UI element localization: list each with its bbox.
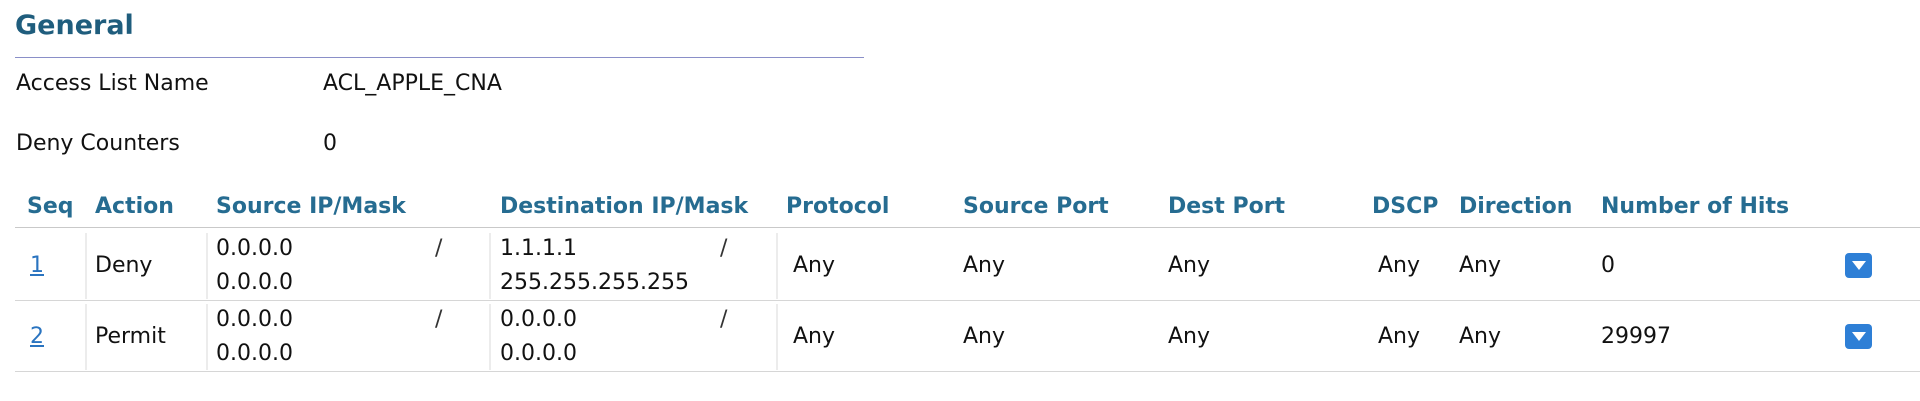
row-action: Permit — [95, 324, 166, 349]
column-separator — [776, 304, 778, 370]
column-separator — [85, 233, 87, 299]
row-source-slash: / — [435, 307, 443, 332]
deny-counters-label: Deny Counters — [16, 131, 180, 156]
column-separator — [206, 304, 208, 370]
row-menu-chevron-down-icon[interactable] — [1845, 253, 1872, 278]
column-separator — [85, 304, 87, 370]
column-header-protocol[interactable]: Protocol — [786, 194, 889, 219]
column-separator — [776, 233, 778, 299]
row-dscp: Any — [1378, 253, 1421, 278]
row-hits: 0 — [1601, 253, 1615, 278]
row-dest-mask: 0.0.0.0 — [500, 341, 577, 366]
row-protocol: Any — [793, 253, 836, 278]
row-divider — [15, 300, 1920, 301]
column-header-destination[interactable]: Destination IP/Mask — [500, 194, 748, 219]
table-header-divider — [15, 227, 1920, 228]
row-dest-slash: / — [720, 236, 728, 261]
column-header-direction[interactable]: Direction — [1459, 194, 1572, 219]
column-separator — [489, 304, 491, 370]
row-source-ip: 0.0.0.0 — [216, 236, 293, 261]
row-source-ip: 0.0.0.0 — [216, 307, 293, 332]
row-direction: Any — [1459, 253, 1502, 278]
row-dest-mask: 255.255.255.255 — [500, 270, 689, 295]
row-dest-ip: 0.0.0.0 — [500, 307, 577, 332]
column-separator — [489, 233, 491, 299]
row-source-mask: 0.0.0.0 — [216, 341, 293, 366]
row-hits: 29997 — [1601, 324, 1671, 349]
row-seq-link[interactable]: 1 — [30, 253, 44, 278]
column-header-source[interactable]: Source IP/Mask — [216, 194, 406, 219]
row-dest-port: Any — [1168, 324, 1211, 349]
row-action: Deny — [95, 253, 153, 278]
row-source-mask: 0.0.0.0 — [216, 270, 293, 295]
row-direction: Any — [1459, 324, 1502, 349]
row-source-port: Any — [963, 324, 1006, 349]
column-header-dscp[interactable]: DSCP — [1372, 194, 1438, 219]
section-title-general: General — [15, 10, 134, 41]
column-header-seq[interactable]: Seq — [27, 194, 74, 219]
access-list-name-value: ACL_APPLE_CNA — [323, 71, 502, 96]
column-separator — [206, 233, 208, 299]
row-dest-port: Any — [1168, 253, 1211, 278]
row-divider — [15, 371, 1920, 372]
column-header-dest-port[interactable]: Dest Port — [1168, 194, 1285, 219]
deny-counters-value: 0 — [323, 131, 337, 156]
row-source-port: Any — [963, 253, 1006, 278]
column-header-hits[interactable]: Number of Hits — [1601, 194, 1789, 219]
row-dest-ip: 1.1.1.1 — [500, 236, 577, 261]
row-dscp: Any — [1378, 324, 1421, 349]
section-divider — [15, 57, 864, 58]
row-protocol: Any — [793, 324, 836, 349]
row-source-slash: / — [435, 236, 443, 261]
row-menu-chevron-down-icon[interactable] — [1845, 324, 1872, 349]
row-seq-link[interactable]: 2 — [30, 324, 44, 349]
column-header-action[interactable]: Action — [95, 194, 174, 219]
access-list-name-label: Access List Name — [16, 71, 209, 96]
row-dest-slash: / — [720, 307, 728, 332]
column-header-source-port[interactable]: Source Port — [963, 194, 1109, 219]
